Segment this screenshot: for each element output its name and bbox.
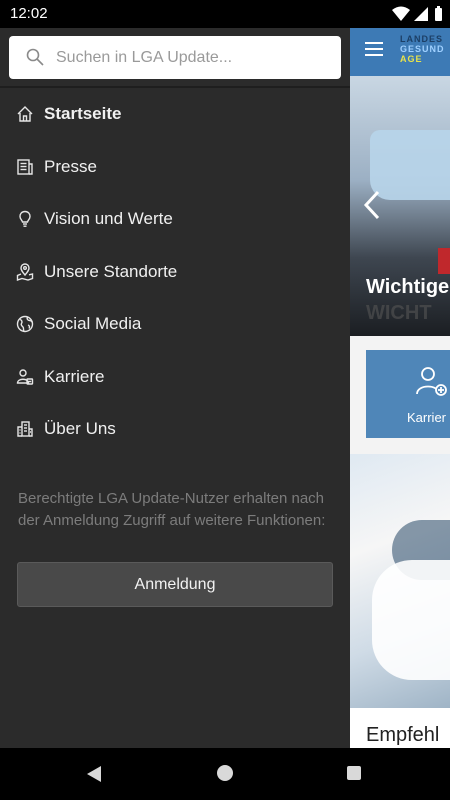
menu-item-unsere-standorte[interactable]: Unsere Standorte — [0, 246, 350, 299]
menu-item-karriere[interactable]: Karriere — [0, 351, 350, 404]
lightbulb-icon — [16, 210, 34, 228]
article-title[interactable]: Empfehl — [366, 724, 439, 747]
menu-item-vision-und-werte[interactable]: Vision und Werte — [0, 193, 350, 246]
search-input[interactable] — [56, 36, 326, 79]
drawer-menu: Startseite Presse Vision und Werte Unser… — [0, 88, 350, 456]
menu-item-label: Social Media — [44, 314, 142, 334]
hero-red-accent — [438, 248, 450, 274]
menu-item-ueber-uns[interactable]: Über Uns — [0, 403, 350, 456]
home-button-icon[interactable] — [217, 765, 233, 781]
wifi-icon — [392, 6, 410, 21]
menu-item-label: Über Uns — [44, 419, 116, 439]
globe-icon — [16, 315, 34, 333]
battery-icon — [435, 6, 442, 21]
signal-icon — [414, 7, 428, 21]
menu-item-label: Startseite — [44, 104, 122, 124]
hero-subtitle: WICHT — [366, 302, 432, 324]
menu-item-presse[interactable]: Presse — [0, 141, 350, 194]
chevron-left-icon[interactable] — [362, 188, 384, 222]
app-logo: LANDES GESUND AGE — [400, 34, 445, 64]
person-badge-icon — [16, 368, 34, 386]
menu-item-startseite[interactable]: Startseite — [0, 88, 350, 141]
status-icons — [392, 5, 444, 23]
menu-item-label: Vision und Werte — [44, 209, 173, 229]
system-navigation-bar — [0, 748, 450, 800]
menu-item-label: Karriere — [44, 366, 105, 386]
hero-title: Wichtige — [366, 276, 450, 298]
login-note: Berechtigte LGA Update-Nutzer erhalten n… — [18, 490, 326, 529]
newspaper-icon — [16, 158, 34, 176]
map-pin-icon — [16, 263, 34, 281]
search-box[interactable] — [9, 36, 341, 79]
menu-item-label: Unsere Standorte — [44, 261, 178, 281]
menu-item-label: Presse — [44, 156, 97, 176]
person-add-icon — [414, 364, 448, 398]
status-time: 12:02 — [10, 5, 48, 22]
recent-apps-icon[interactable] — [347, 766, 361, 780]
logo-line-1: LANDES — [400, 34, 444, 44]
home-icon — [16, 105, 34, 123]
menu-item-social-media[interactable]: Social Media — [0, 298, 350, 351]
navigation-drawer: Startseite Presse Vision und Werte Unser… — [0, 28, 350, 748]
logo-line-3: AGE — [400, 54, 423, 64]
hamburger-menu-icon[interactable] — [365, 42, 383, 56]
building-icon — [16, 420, 34, 438]
logo-line-2: GESUND — [400, 44, 445, 54]
status-bar: 12:02 — [0, 0, 450, 28]
article-image-highlight — [372, 560, 450, 680]
login-button[interactable]: Anmeldung — [17, 562, 333, 607]
career-tile-label: Karrier — [407, 410, 447, 425]
back-icon[interactable] — [86, 765, 104, 783]
search-icon — [26, 48, 44, 66]
